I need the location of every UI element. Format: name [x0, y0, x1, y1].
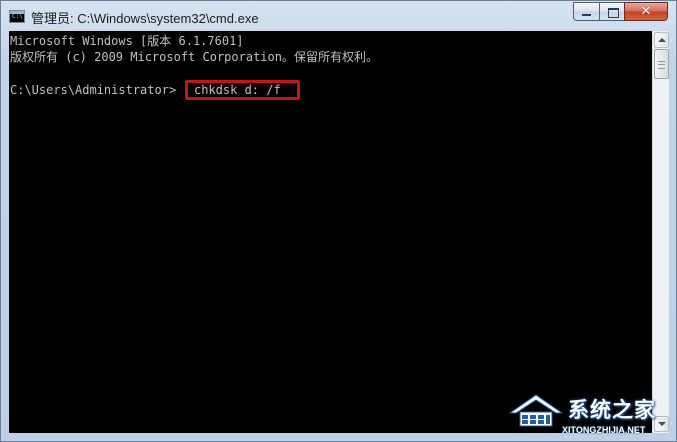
house-logo-icon: [508, 394, 564, 427]
cmd-window: 管理员: C:\Windows\system32\cmd.exe ✕ Micro…: [0, 0, 677, 442]
close-icon: ✕: [640, 4, 652, 19]
close-button[interactable]: ✕: [624, 2, 668, 21]
title-bar[interactable]: 管理员: C:\Windows\system32\cmd.exe ✕: [1, 1, 676, 31]
console-line-copyright: 版权所有 (c) 2009 Microsoft Corporation。保留所有…: [10, 50, 378, 64]
scroll-thumb[interactable]: [654, 49, 669, 79]
scroll-up-arrow-icon: [658, 38, 666, 42]
scroll-grip-icon: [658, 61, 665, 69]
minimize-icon: [582, 14, 591, 16]
maximize-icon: [608, 8, 619, 18]
watermark-url: XITONGZHIJIA.NET: [562, 425, 646, 435]
maximize-button[interactable]: [599, 2, 625, 21]
cmd-app-icon[interactable]: [9, 10, 25, 23]
site-watermark: 系统之家 XITONGZHIJIA.NET: [506, 389, 674, 439]
console-output[interactable]: Microsoft Windows [版本 6.1.7601] 版权所有 (c)…: [9, 31, 652, 433]
window-controls: ✕: [573, 2, 668, 21]
window-title: 管理员: C:\Windows\system32\cmd.exe: [31, 11, 259, 26]
console-line-version: Microsoft Windows [版本 6.1.7601]: [10, 34, 244, 48]
watermark-title: 系统之家: [568, 398, 656, 422]
command-input[interactable]: chkdsk d: /f: [194, 82, 281, 98]
console-prompt: C:\Users\Administrator>: [10, 83, 177, 97]
scroll-up-button[interactable]: [654, 32, 669, 48]
minimize-button[interactable]: [573, 2, 600, 21]
vertical-scrollbar[interactable]: [652, 31, 669, 433]
